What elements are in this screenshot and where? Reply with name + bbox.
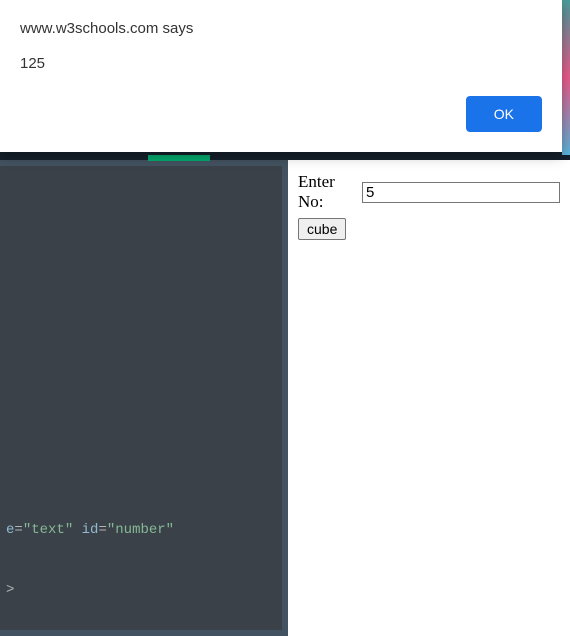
code-token: = bbox=[98, 522, 106, 538]
alert-message-text: 125 bbox=[20, 55, 542, 72]
alert-origin-text: www.w3schools.com says bbox=[20, 20, 542, 37]
code-token: = bbox=[14, 522, 22, 538]
input-row: Enter No: bbox=[298, 172, 560, 212]
input-label: Enter No: bbox=[298, 172, 360, 212]
code-token: id bbox=[73, 522, 98, 538]
cube-button[interactable]: cube bbox=[298, 218, 346, 240]
code-token: "text" bbox=[23, 522, 73, 538]
code-token: "number" bbox=[107, 522, 174, 538]
code-content: e="text" id="number" > " value="cube" />… bbox=[6, 176, 276, 636]
code-editor-panel[interactable]: e="text" id="number" > " value="cube" />… bbox=[0, 160, 288, 636]
code-token: > bbox=[6, 582, 14, 598]
output-preview-panel: Enter No: cube bbox=[288, 160, 570, 636]
main-split-area: e="text" id="number" > " value="cube" />… bbox=[0, 160, 570, 636]
tab-indicator bbox=[148, 155, 210, 161]
alert-button-row: OK bbox=[20, 96, 542, 132]
number-input[interactable] bbox=[362, 182, 560, 203]
right-color-strip bbox=[562, 0, 570, 155]
javascript-alert-dialog: www.w3schools.com says 125 OK bbox=[0, 0, 562, 152]
ok-button[interactable]: OK bbox=[466, 96, 542, 132]
